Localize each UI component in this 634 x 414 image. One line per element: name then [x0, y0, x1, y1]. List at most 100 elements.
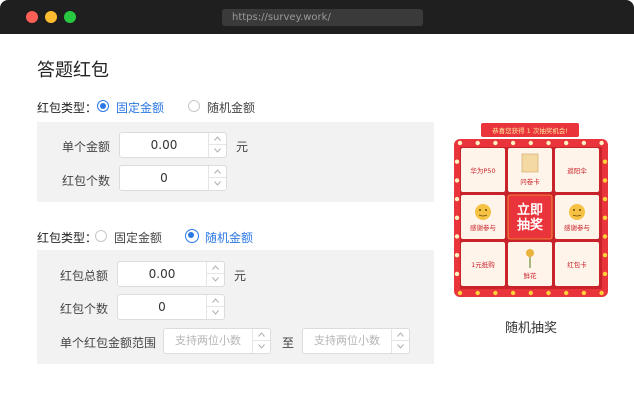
bulb-light — [510, 140, 516, 146]
amount-unit: 元 — [236, 140, 249, 154]
start-lottery-label: 立即 — [517, 202, 543, 218]
bulb-light — [602, 271, 608, 277]
lottery-board: 恭喜您获得 1 次抽奖机会! 华为P50 问卷卡 遮阳伞感谢参与 感谢参与 1元抵购鲜花… — [454, 123, 608, 297]
start-lottery-button[interactable]: 立即抽奖 — [507, 194, 553, 240]
packet-count-input-2[interactable]: 0 — [117, 294, 225, 320]
range-separator: 至 — [282, 336, 295, 350]
chevron-down-icon — [214, 148, 221, 153]
range-min-input[interactable]: 支持两位小数 — [163, 328, 271, 354]
lottery-cell: 感谢参与 — [461, 195, 505, 239]
bulb-light — [493, 290, 498, 296]
lottery-cell-label: 感谢参与 — [564, 223, 590, 232]
bulb-light — [457, 290, 463, 296]
bulb-light — [454, 159, 460, 164]
chevron-up-icon — [212, 265, 219, 270]
lottery-cell-label: 感谢参与 — [470, 223, 496, 232]
chevron-up-icon — [212, 298, 219, 303]
packet-count-label-2: 红包个数 — [60, 302, 109, 316]
increment-button[interactable] — [209, 133, 226, 145]
packet-count-input[interactable]: 0 — [119, 165, 227, 191]
bulb-light — [510, 290, 516, 296]
lottery-cells: 华为P50 问卷卡 遮阳伞感谢参与 感谢参与 1元抵购鲜花 红包卡 立即抽奖 — [461, 148, 599, 286]
bulb-light — [564, 140, 569, 146]
page-title: 答题红包 — [37, 60, 109, 81]
total-amount-value: 0.00 — [148, 267, 176, 281]
minimize-window-button[interactable] — [45, 11, 57, 23]
radio-fixed-amount-label[interactable]: 固定金额 — [116, 99, 164, 116]
bulb-light — [475, 290, 480, 296]
decrement-button[interactable] — [207, 307, 224, 319]
lottery-cell: 感谢参与 — [555, 195, 599, 239]
radio-random-amount-2[interactable] — [185, 229, 199, 243]
bulb-light — [602, 178, 608, 183]
total-amount-stepper[interactable] — [206, 262, 224, 286]
radio-fixed-amount-label-2[interactable]: 固定金额 — [114, 229, 162, 246]
lottery-cell-label: 遮阳伞 — [567, 166, 587, 175]
address-bar[interactable]: https://survey.work/ — [222, 9, 423, 26]
maximize-window-button[interactable] — [64, 11, 76, 23]
bulb-light — [581, 290, 587, 296]
range-max-placeholder: 支持两位小数 — [314, 334, 380, 347]
total-amount-input[interactable]: 0.00 — [117, 261, 225, 287]
total-amount-label: 红包总额 — [60, 269, 109, 283]
bulb-light — [602, 234, 608, 239]
packet-count-stepper-2[interactable] — [206, 295, 224, 319]
lottery-cell-label: 鲜花 — [524, 271, 538, 280]
lottery-cell: 红包卡 — [555, 242, 599, 286]
lottery-preview: 恭喜您获得 1 次抽奖机会! 华为P50 问卷卡 遮阳伞 感谢参与 感谢参与 1元抵购 鲜花… — [452, 121, 610, 299]
decrement-button[interactable] — [209, 178, 226, 190]
chevron-down-icon — [258, 344, 265, 349]
single-amount-stepper[interactable] — [208, 133, 226, 157]
increment-button[interactable] — [207, 295, 224, 307]
range-min-stepper[interactable] — [252, 329, 270, 353]
bulb-light — [546, 290, 551, 296]
radio-random-amount-label[interactable]: 随机金额 — [207, 99, 255, 116]
decrement-button[interactable] — [392, 341, 409, 353]
radio-fixed-amount[interactable] — [97, 100, 109, 112]
bulb-light — [454, 271, 460, 277]
red-packet-type-label: 红包类型： — [37, 101, 98, 115]
range-max-input[interactable]: 支持两位小数 — [302, 328, 410, 354]
fixed-amount-panel: 单个金额 0.00 元 红包个数 0 — [37, 122, 434, 202]
chevron-up-icon — [397, 332, 404, 337]
increment-button[interactable] — [207, 262, 224, 274]
lottery-cell: 华为P50 — [461, 148, 505, 192]
range-max-stepper[interactable] — [391, 329, 409, 353]
radio-random-amount-label-2[interactable]: 随机金额 — [205, 229, 253, 246]
radio-random-amount[interactable] — [188, 100, 200, 112]
increment-button[interactable] — [209, 166, 226, 178]
bulb-light — [599, 290, 604, 296]
packet-count-value-2: 0 — [158, 300, 166, 314]
decrement-button[interactable] — [207, 274, 224, 286]
radio-fixed-amount-2[interactable] — [95, 230, 107, 242]
chevron-up-icon — [214, 136, 221, 141]
decrement-button[interactable] — [253, 341, 270, 353]
bulb-light — [602, 159, 608, 164]
single-amount-value: 0.00 — [150, 138, 178, 152]
packet-count-stepper[interactable] — [208, 166, 226, 190]
red-packet-type-label-2: 红包类型： — [37, 231, 98, 245]
single-amount-label: 单个金额 — [62, 140, 111, 154]
chevron-down-icon — [214, 181, 221, 186]
decrement-button[interactable] — [209, 145, 226, 157]
increment-button[interactable] — [253, 329, 270, 341]
single-amount-input[interactable]: 0.00 — [119, 132, 227, 158]
packet-count-value: 0 — [160, 171, 168, 185]
window-titlebar: https://survey.work/ — [0, 0, 634, 34]
lottery-caption: 随机抽奖 — [504, 321, 557, 336]
bulb-light — [602, 196, 608, 202]
bulb-light — [564, 290, 569, 296]
increment-button[interactable] — [392, 329, 409, 341]
bulb-light — [475, 140, 480, 146]
bulb-light — [454, 178, 460, 183]
bulb-light — [493, 140, 498, 146]
lottery-cell-label: 1元抵购 — [471, 260, 495, 269]
smiley-icon — [475, 204, 491, 220]
lottery-cell: 鲜花 — [508, 242, 552, 286]
close-window-button[interactable] — [26, 11, 38, 23]
chevron-up-icon — [258, 332, 265, 337]
lottery-banner-text: 恭喜您获得 1 次抽奖机会! — [492, 126, 568, 135]
chevron-down-icon — [397, 344, 404, 349]
start-lottery-label: 抽奖 — [517, 217, 544, 233]
bulb-light — [457, 140, 463, 146]
